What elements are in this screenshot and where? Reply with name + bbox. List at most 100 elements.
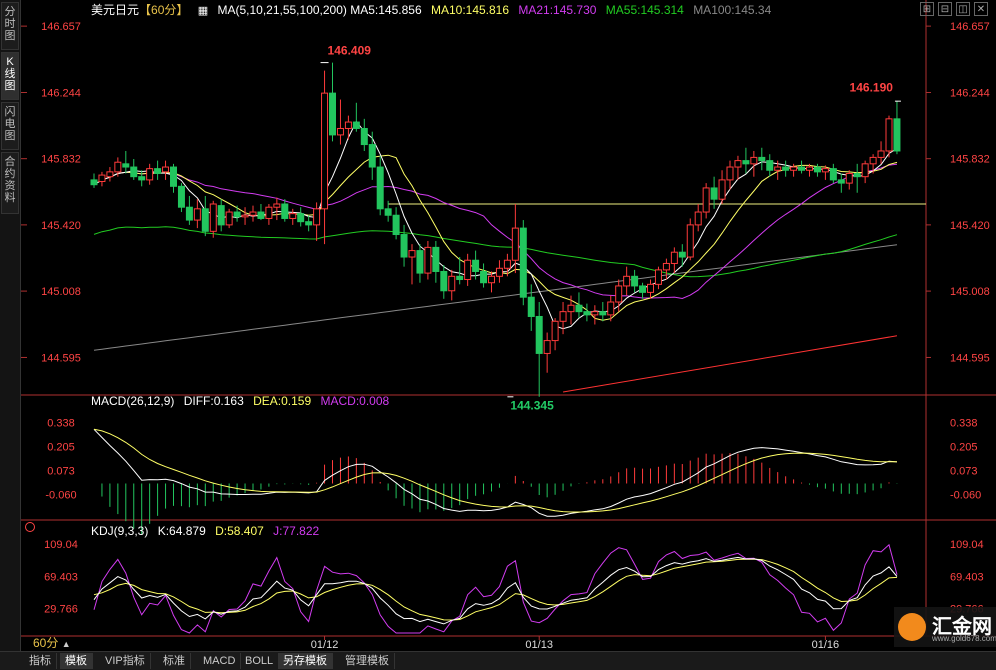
chart-canvas[interactable]: 146.657 146.657 146.244 146.244 145.832 145.8… bbox=[21, 0, 996, 651]
candle-body bbox=[472, 259, 480, 272]
ma10-value: MA10:145.816 bbox=[430, 3, 510, 17]
macd-diff-line bbox=[93, 428, 898, 517]
bottom-item-indicator[interactable]: 指标 bbox=[24, 653, 57, 669]
x-label-0: 01/12 bbox=[311, 639, 339, 651]
candle-body bbox=[559, 311, 567, 322]
candle-body bbox=[305, 221, 313, 226]
candle-body bbox=[782, 166, 790, 171]
candle-body bbox=[551, 320, 559, 342]
price-label-left-1: 146.244 bbox=[41, 87, 81, 99]
restore-icon[interactable]: ◫ bbox=[956, 2, 970, 16]
candle-body bbox=[662, 262, 670, 271]
macd-label-right-3: -0.060 bbox=[950, 489, 981, 501]
candle-body bbox=[670, 251, 678, 264]
bottom-item-standard[interactable]: 标准 bbox=[158, 653, 191, 669]
candle-body bbox=[289, 213, 297, 219]
candle-body bbox=[162, 166, 170, 173]
tab-flash[interactable]: 闪电图 bbox=[1, 102, 19, 150]
candle-body bbox=[535, 315, 543, 354]
candle-body bbox=[543, 340, 551, 354]
candle-body bbox=[790, 166, 798, 171]
candle-body bbox=[480, 270, 488, 284]
candle-body bbox=[750, 156, 758, 165]
candle-body bbox=[615, 285, 623, 303]
candle-body bbox=[607, 301, 615, 316]
macd-label-left-0: 0.338 bbox=[47, 417, 75, 429]
candle-body bbox=[726, 166, 734, 181]
candle-body bbox=[488, 275, 495, 284]
tab-contract[interactable]: 合约资料 bbox=[1, 152, 19, 214]
tab-timeshare-label: 分时图 bbox=[4, 6, 16, 42]
candle-body bbox=[639, 285, 647, 293]
candle-body bbox=[384, 208, 392, 216]
candle-body bbox=[853, 172, 861, 178]
bottom-item-save-template[interactable]: 另存模板 bbox=[278, 653, 333, 669]
candle-body bbox=[265, 206, 273, 219]
tab-kline-label: K线图 bbox=[4, 56, 16, 92]
candle-body bbox=[329, 92, 336, 136]
macd-label-left-3: -0.060 bbox=[45, 489, 76, 501]
tab-contract-label: 合约资料 bbox=[4, 156, 16, 204]
candle-body bbox=[416, 250, 424, 274]
expand-icon[interactable]: ⊞ bbox=[920, 2, 934, 16]
candle-body bbox=[567, 304, 575, 313]
candle-body bbox=[519, 227, 527, 298]
macd-legend: MACD(26,12,9) DIFF:0.163 DEA:0.159 MACD:… bbox=[91, 393, 395, 409]
candle-body bbox=[456, 275, 464, 281]
macd-params: MACD(26,12,9) bbox=[91, 394, 175, 408]
symbol-name: 美元日元 bbox=[91, 3, 140, 17]
candle-body bbox=[201, 208, 209, 232]
candle-body bbox=[527, 296, 535, 317]
macd-label-right-0: 0.338 bbox=[950, 417, 978, 429]
kdj-label-right-1: 69.403 bbox=[950, 571, 984, 583]
candle-body bbox=[766, 160, 774, 171]
ma200-line bbox=[562, 335, 898, 393]
candle-body bbox=[408, 250, 416, 258]
candle-body bbox=[154, 168, 162, 174]
candle-body bbox=[297, 213, 305, 223]
candle-body bbox=[813, 166, 821, 173]
candle-body bbox=[98, 174, 106, 183]
candle-body bbox=[631, 275, 639, 287]
ma10-line bbox=[93, 154, 898, 321]
candle-body bbox=[106, 171, 114, 178]
bottom-item-vip[interactable]: VIP指标 bbox=[100, 653, 151, 669]
kdj-label-right-0: 109.04 bbox=[950, 539, 984, 551]
candle-body bbox=[376, 166, 384, 210]
period-tag: 【60分】 bbox=[139, 3, 189, 17]
candle-body bbox=[321, 92, 329, 210]
candle-body bbox=[877, 150, 885, 158]
logo-mark-icon bbox=[898, 613, 926, 641]
chart-area: 146.657 146.657 146.244 146.244 145.832 145.8… bbox=[21, 0, 996, 669]
gold678-logo: 汇金网 www.gold678.com bbox=[894, 607, 996, 647]
close-icon[interactable]: ✕ bbox=[974, 2, 988, 16]
macd-label-right-1: 0.205 bbox=[950, 441, 978, 453]
candle-body bbox=[249, 211, 257, 216]
candle-body bbox=[821, 168, 829, 173]
bottom-item-boll[interactable]: BOLL bbox=[240, 653, 280, 669]
tab-kline[interactable]: K线图 bbox=[1, 52, 19, 100]
candle-body bbox=[344, 121, 352, 129]
shrink-icon[interactable]: ⊟ bbox=[938, 2, 952, 16]
candle-body bbox=[177, 185, 185, 208]
candle-body bbox=[193, 208, 201, 221]
candle-body bbox=[313, 208, 321, 226]
candle-body bbox=[702, 187, 710, 213]
period-selector[interactable]: 60分 ▲ bbox=[33, 634, 71, 651]
bottom-item-macd[interactable]: MACD bbox=[198, 653, 242, 669]
price-label-right-4: 145.008 bbox=[950, 286, 990, 298]
candle-body bbox=[758, 156, 766, 162]
x-label-2: 01/16 bbox=[812, 639, 840, 651]
ma21-value: MA21:145.730 bbox=[518, 3, 597, 17]
candle-body bbox=[138, 176, 146, 181]
bottom-item-manage-template[interactable]: 管理模板 bbox=[340, 653, 395, 669]
ma5-value: MA5:145.856 bbox=[350, 3, 422, 17]
window-controls: ⊞ ⊟ ◫ ✕ bbox=[920, 2, 988, 16]
kdj-settings-icon[interactable] bbox=[25, 522, 35, 532]
price-label-right-2: 145.832 bbox=[950, 154, 990, 166]
price-label-left-0: 146.657 bbox=[41, 21, 81, 33]
macd-dea-line bbox=[93, 428, 898, 513]
tab-timeshare[interactable]: 分时图 bbox=[1, 2, 19, 50]
candle-body bbox=[360, 127, 368, 146]
bottom-item-template[interactable]: 模板 bbox=[60, 653, 93, 669]
